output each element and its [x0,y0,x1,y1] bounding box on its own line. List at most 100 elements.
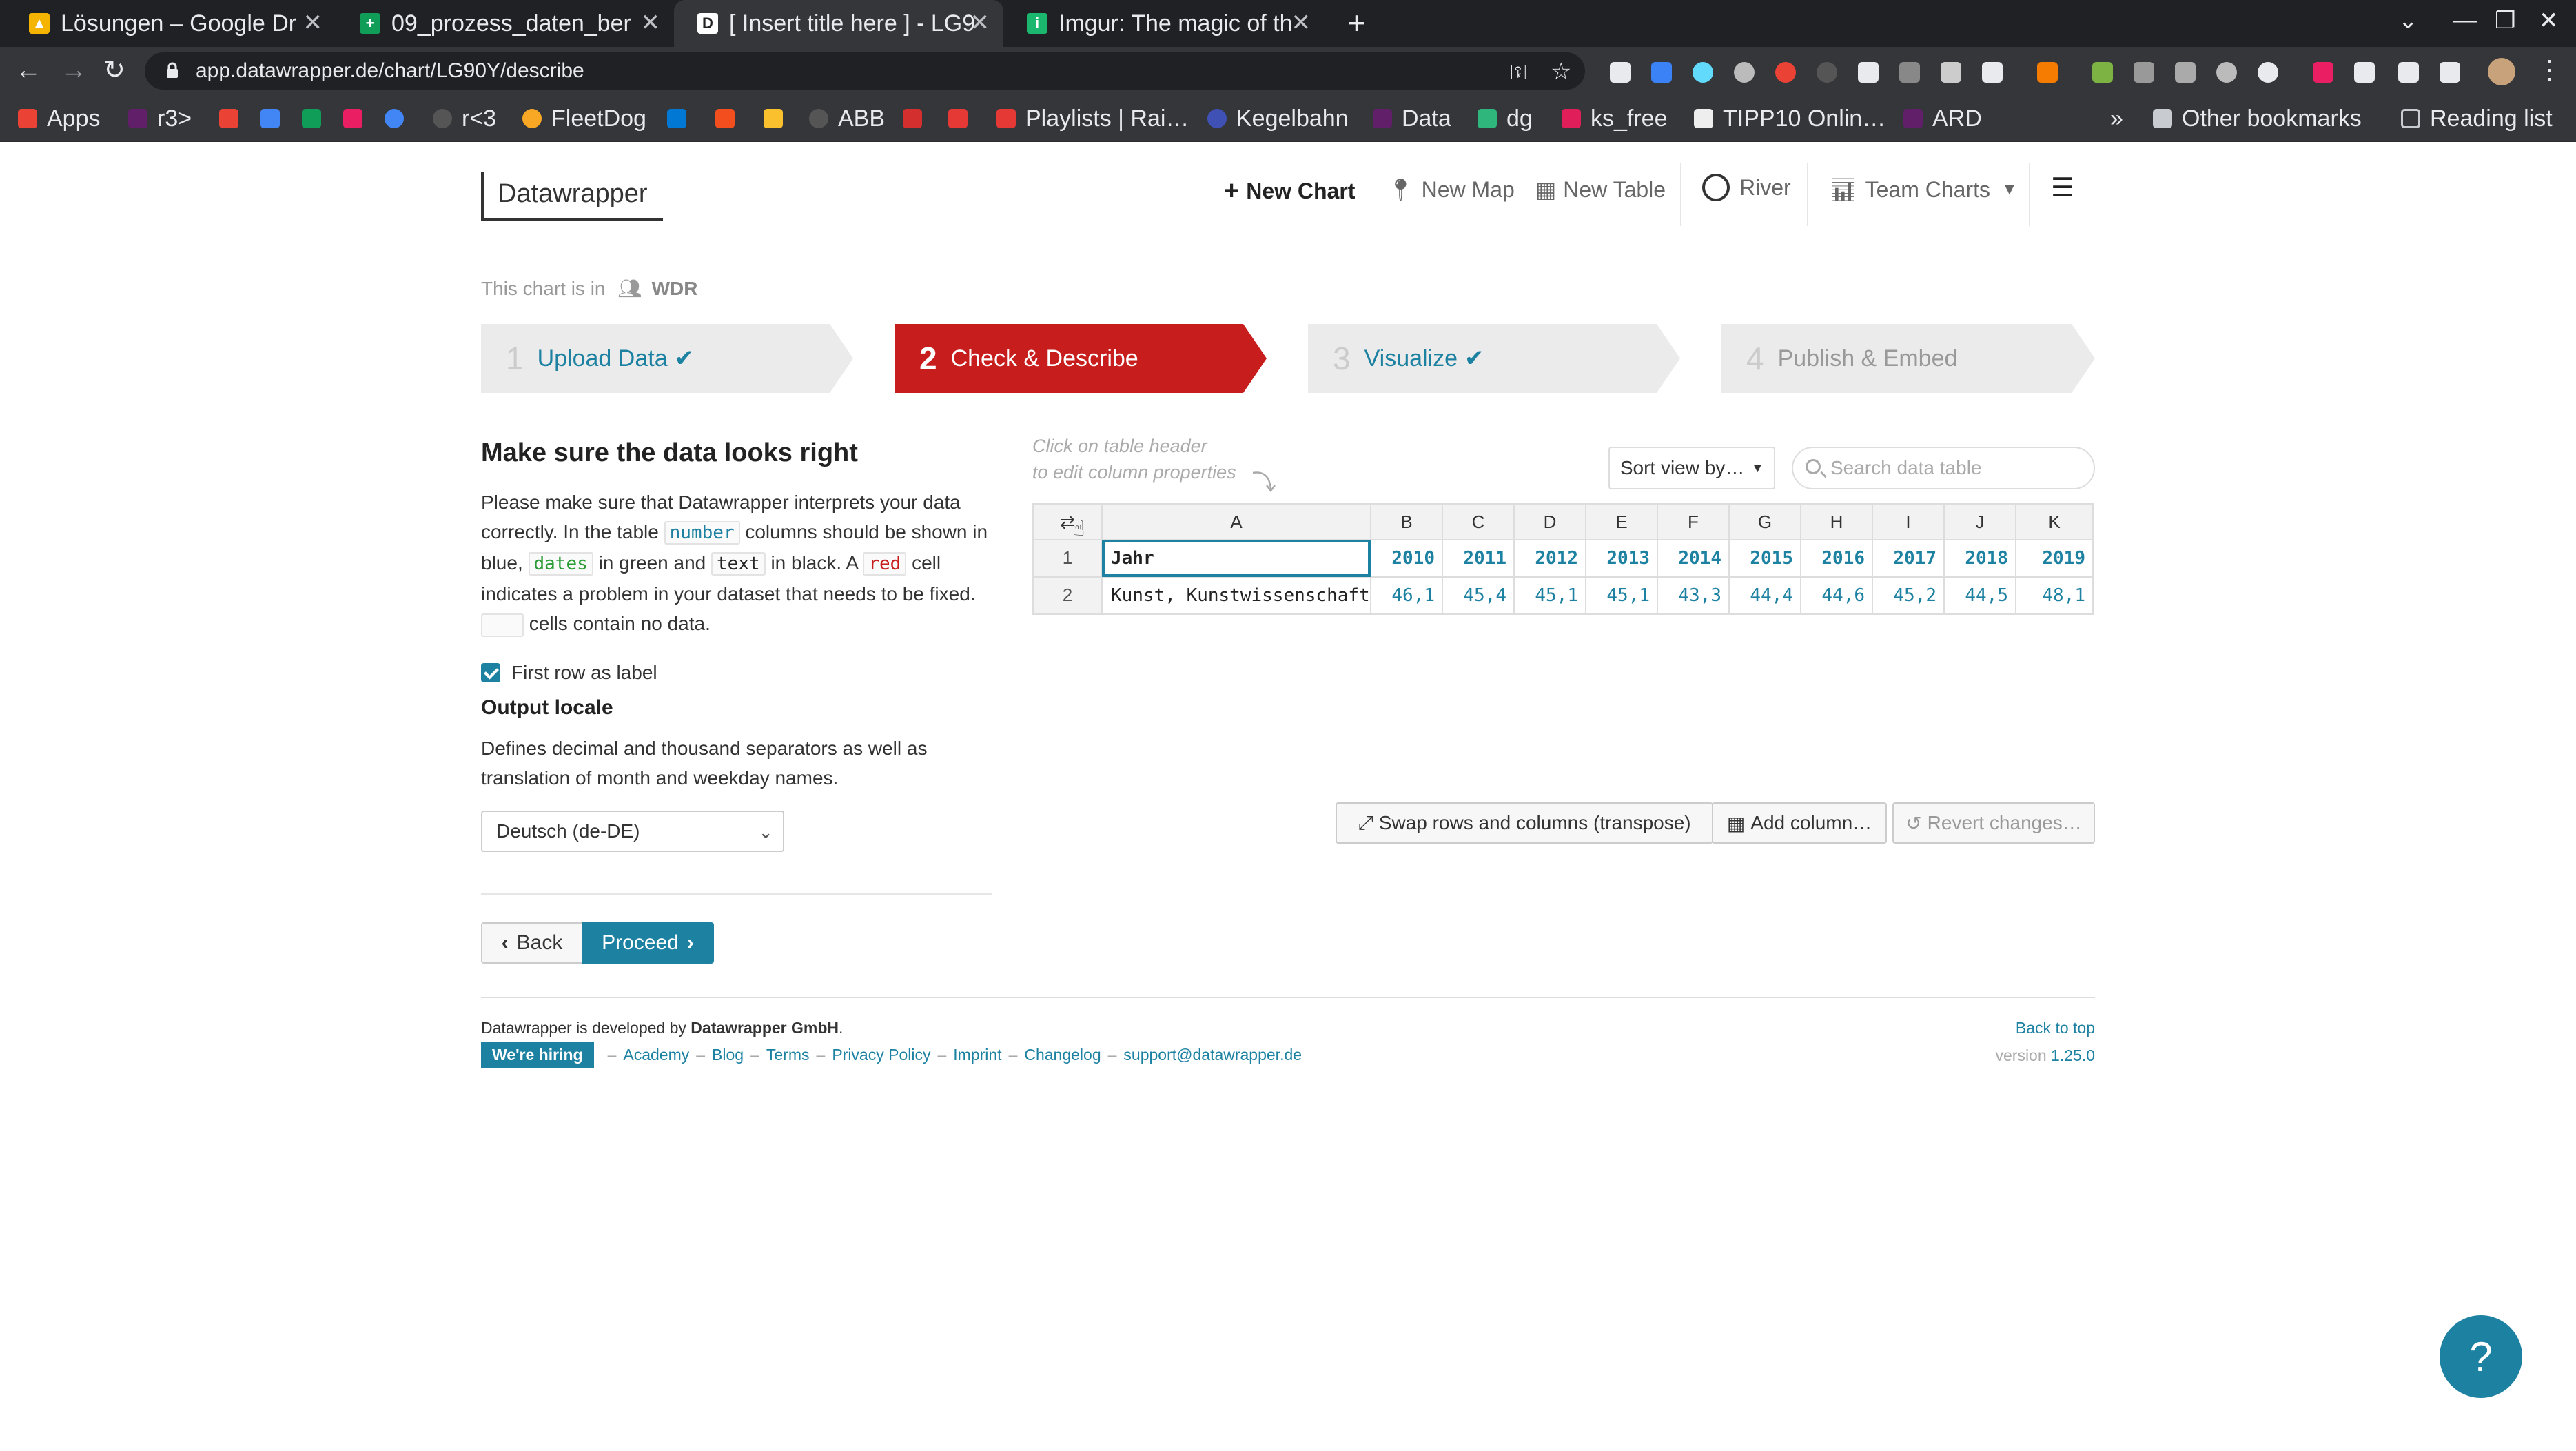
table-cell[interactable]: 46,1 [1370,576,1443,615]
bookmark-item[interactable] [667,105,696,132]
footer-link-imprint[interactable]: Imprint [953,1046,1001,1064]
table-cell[interactable]: 48,1 [2015,576,2094,615]
table-cell[interactable]: 45,4 [1442,576,1515,615]
bookmark-item[interactable]: Playlists | Rai… [996,105,1189,132]
more-menu-icon[interactable]: ⋮ [2536,57,2562,84]
sort-view-dropdown[interactable]: Sort view by… ▼ [1608,447,1775,489]
puzzle-extensions-icon[interactable] [2398,62,2419,83]
rss-icon[interactable] [2037,62,2058,83]
other-bookmarks[interactable]: Other bookmarks [2153,105,2362,132]
browser-tab[interactable]: i Imgur: The magic of th ✕ [1003,0,1325,47]
extension-icon[interactable] [1899,62,1920,83]
bookmark-item[interactable] [948,105,977,132]
bookmark-item[interactable] [764,105,793,132]
proceed-button[interactable]: Proceed › [582,922,714,964]
search-data-table-input[interactable]: Search data table [1792,447,2095,489]
new-tab-icon[interactable]: + [1347,6,1366,40]
close-tab-icon[interactable]: ✕ [1291,11,1311,34]
column-header[interactable]: K [2015,503,2094,540]
browser-tab[interactable]: ▲ Lösungen – Google Dr ✕ [6,0,336,47]
bookmark-item[interactable]: Data [1373,105,1451,132]
wikipedia-extension-icon[interactable] [1610,62,1631,83]
bookmark-item[interactable]: FleetDog [522,105,646,132]
column-header[interactable]: A [1101,503,1371,540]
maximize-icon[interactable]: ❐ [2495,7,2515,34]
team-charts-dropdown[interactable]: 📊︎ Team Charts ▼ [1829,176,2018,203]
footer-link-academy[interactable]: Academy [623,1046,689,1064]
table-cell[interactable]: 2018 [1943,539,2016,578]
media-control-icon[interactable] [2440,62,2460,83]
bookmark-apps[interactable]: Apps [18,105,101,132]
bookmark-item[interactable]: ks_free [1562,105,1668,132]
table-cell[interactable]: 2014 [1657,539,1730,578]
table-cell[interactable]: Jahr [1101,539,1371,578]
table-cell[interactable]: 43,3 [1657,576,1730,615]
table-cell[interactable]: 2010 [1370,539,1443,578]
minimize-icon[interactable]: — [2453,7,2477,34]
column-header[interactable]: D [1513,503,1586,540]
extension-icon[interactable] [1858,62,1879,83]
bookmark-item[interactable]: Kegelbahn [1207,105,1349,132]
close-tab-icon[interactable]: ✕ [303,11,323,34]
table-cell[interactable]: Kunst, Kunstwissenschaft [1101,576,1371,615]
close-window-icon[interactable]: ✕ [2539,7,2559,34]
bookmark-item[interactable]: ARD [1903,105,1982,132]
extension-icon[interactable] [2313,62,2333,83]
footer-link-privacy[interactable]: Privacy Policy [832,1046,930,1064]
browser-tab[interactable]: + 09_prozess_daten_ber ✕ [336,0,674,47]
revert-changes-button[interactable]: ↺ Revert changes… [1892,802,2095,844]
step-upload-data[interactable]: 1 Upload Data ✔ [481,324,853,393]
back-button[interactable]: ‹ Back [481,922,583,964]
settings-extension-icon[interactable] [1734,62,1755,83]
back-arrow-icon[interactable]: ← [15,57,41,84]
add-column-button[interactable]: ▦ Add column… [1712,802,1887,844]
step-check-describe[interactable]: 2 Check & Describe [895,324,1267,393]
table-cell[interactable]: 44,6 [1800,576,1873,615]
bookmark-calendar[interactable] [260,105,289,132]
column-header[interactable]: J [1943,503,2016,540]
close-tab-icon[interactable]: ✕ [641,11,661,34]
bookmark-item[interactable] [715,105,744,132]
bookmark-star-icon[interactable]: ☆ [1551,58,1571,85]
table-cell[interactable]: 2015 [1728,539,1801,578]
extension-icon[interactable] [2092,62,2113,83]
browser-tab-active[interactable]: D [ Insert title here ] - LG9 ✕ [674,0,1003,47]
table-cell[interactable]: 2017 [1872,539,1945,578]
bookmark-item[interactable] [343,105,372,132]
forward-arrow-icon[interactable]: → [61,57,87,84]
avatar[interactable] [2488,58,2515,85]
bookmark-item[interactable]: dg [1478,105,1533,132]
bookmark-drive[interactable] [302,105,331,132]
transpose-button[interactable]: ⤢ Swap rows and columns (transpose) [1336,802,1713,844]
bookmark-item[interactable]: ABB [809,105,885,132]
column-header[interactable]: G [1728,503,1801,540]
extension-icon[interactable] [2354,62,2375,83]
column-header[interactable]: B [1370,503,1443,540]
column-header[interactable]: F [1657,503,1730,540]
new-map-link[interactable]: 📍︎ New Map [1387,176,1515,203]
hiring-badge[interactable]: We're hiring [481,1042,594,1068]
key-icon[interactable]: ⚿ [1511,59,1526,87]
table-cell[interactable]: 44,4 [1728,576,1801,615]
bookmarks-overflow-icon[interactable]: » [2110,105,2123,132]
document-extension-icon[interactable] [1982,62,2003,83]
close-tab-icon[interactable]: ✕ [970,11,990,34]
first-row-label-checkbox[interactable]: First row as label [481,662,992,684]
footer-link-changelog[interactable]: Changelog [1024,1046,1101,1064]
extension-icon[interactable] [1941,62,1961,83]
table-cell[interactable]: 2019 [2015,539,2094,578]
column-header[interactable]: H [1800,503,1873,540]
hamburger-menu-icon[interactable]: ☰ [2051,172,2074,203]
transpose-corner-icon[interactable]: ⇄ ☝︎ [1032,503,1103,540]
reading-list[interactable]: Reading list [2401,105,2553,132]
reload-icon[interactable]: ↻ [103,57,125,84]
bookmark-gmail[interactable] [219,105,248,132]
color-extension-icon[interactable] [1775,62,1796,83]
extension-icon[interactable] [1651,62,1672,83]
footer-link-support[interactable]: support@datawrapper.de [1123,1046,1302,1064]
bookmark-item[interactable]: r<3 [433,105,496,132]
step-visualize[interactable]: 3 Visualize ✔ [1308,324,1680,393]
table-cell[interactable]: 2011 [1442,539,1515,578]
tab-search-icon[interactable]: ⌄ [2398,7,2418,34]
new-table-link[interactable]: ▦ New Table [1535,176,1666,203]
